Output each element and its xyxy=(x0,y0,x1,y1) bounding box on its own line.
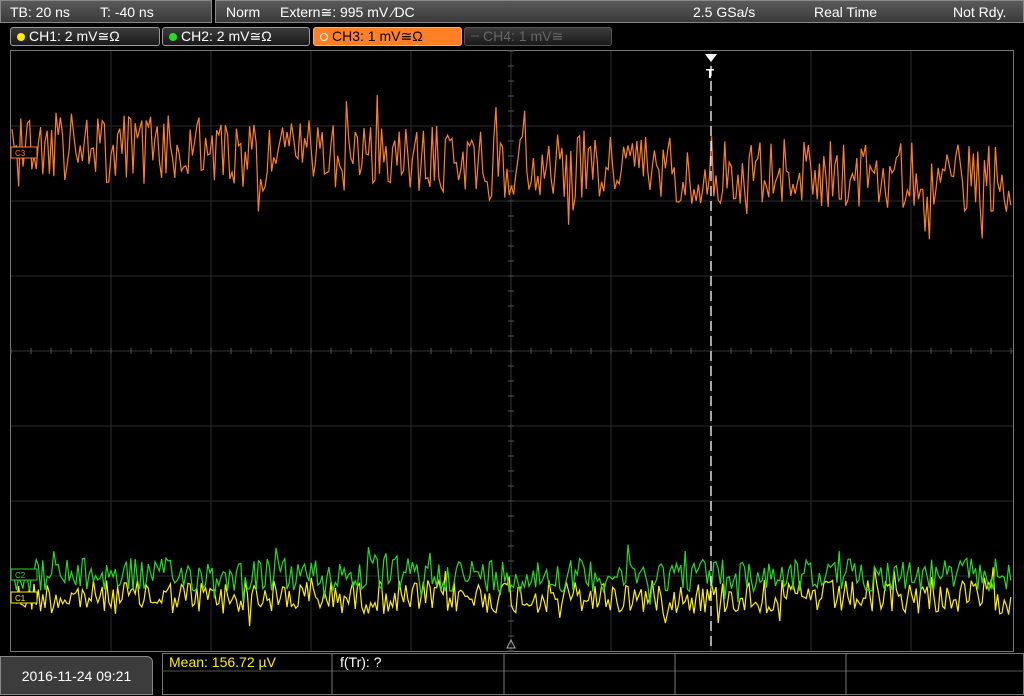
date-time-text: 2016-11-24 09:21 xyxy=(21,668,132,684)
date-time-display: 2016-11-24 09:21 xyxy=(0,656,153,695)
trigger-position-icon[interactable] xyxy=(705,54,717,62)
ch3-marker-label: C3 xyxy=(15,149,26,158)
measurement-bar[interactable]: Mean: 156.72 µV f(Tr): ? xyxy=(162,653,1024,695)
trigger-frequency-measurement[interactable]: f(Tr): ? xyxy=(340,654,381,670)
measurement-grid xyxy=(162,653,1024,695)
mean-measurement[interactable]: Mean: 156.72 µV xyxy=(169,654,276,670)
ch1-marker-label: C1 xyxy=(15,594,26,603)
trigger-marker-label: T xyxy=(706,66,714,81)
ch2-marker-label: C2 xyxy=(15,571,26,580)
waveform-svg: T C3 C2 C1 xyxy=(10,50,1013,652)
